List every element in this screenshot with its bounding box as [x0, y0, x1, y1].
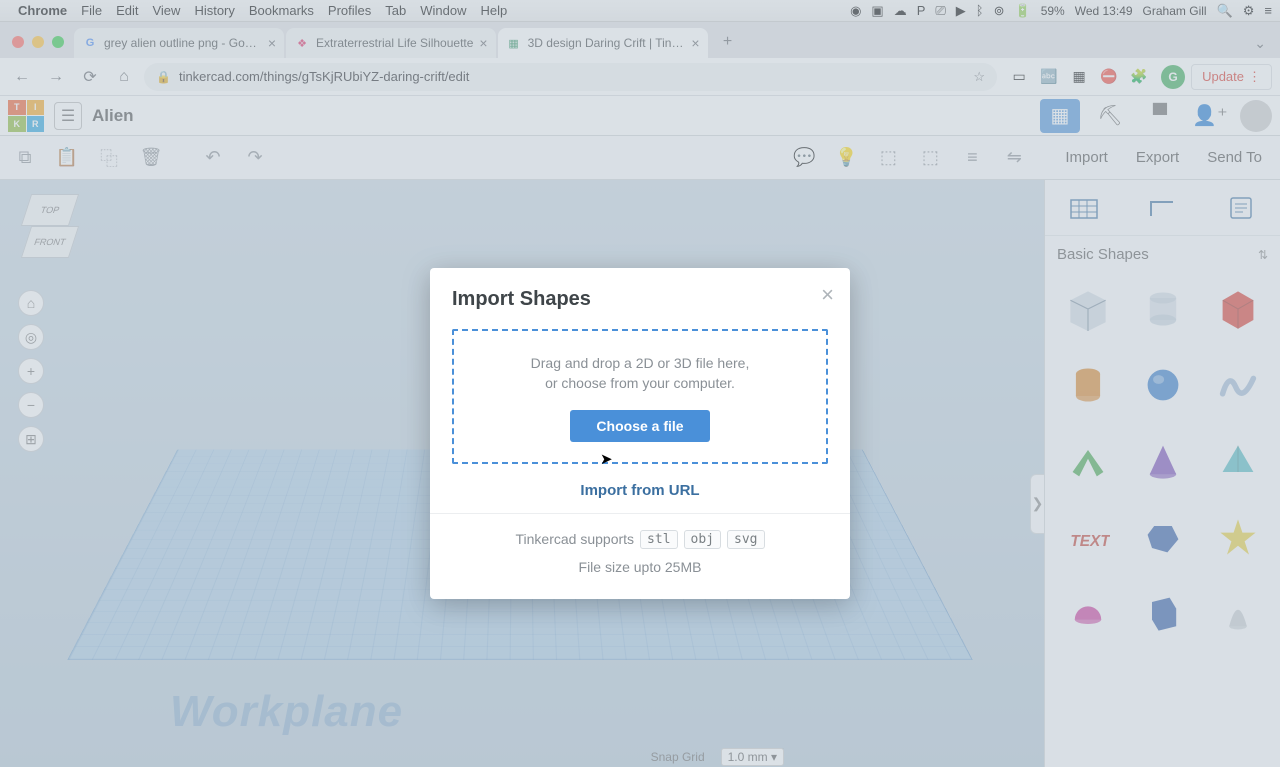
- modal-title: Import Shapes: [452, 288, 828, 311]
- format-obj: obj: [684, 530, 721, 549]
- size-note: File size upto 25MB: [452, 559, 828, 575]
- modal-overlay: Import Shapes × Drag and drop a 2D or 3D…: [0, 0, 1280, 767]
- import-shapes-modal: Import Shapes × Drag and drop a 2D or 3D…: [430, 268, 850, 599]
- dropzone[interactable]: Drag and drop a 2D or 3D file here, or c…: [452, 329, 828, 464]
- supports-prefix: Tinkercad supports: [516, 531, 635, 547]
- close-icon[interactable]: ×: [821, 282, 834, 308]
- format-svg: svg: [727, 530, 764, 549]
- import-from-url-link[interactable]: Import from URL: [452, 482, 828, 499]
- drop-line1: Drag and drop a 2D or 3D file here,: [531, 355, 750, 371]
- divider: [430, 513, 850, 514]
- format-stl: stl: [640, 530, 677, 549]
- drop-line2: or choose from your computer.: [545, 375, 735, 391]
- dropzone-text: Drag and drop a 2D or 3D file here, or c…: [464, 353, 816, 394]
- supported-formats: Tinkercad supports stl obj svg: [452, 530, 828, 549]
- choose-file-button[interactable]: Choose a file: [570, 410, 709, 442]
